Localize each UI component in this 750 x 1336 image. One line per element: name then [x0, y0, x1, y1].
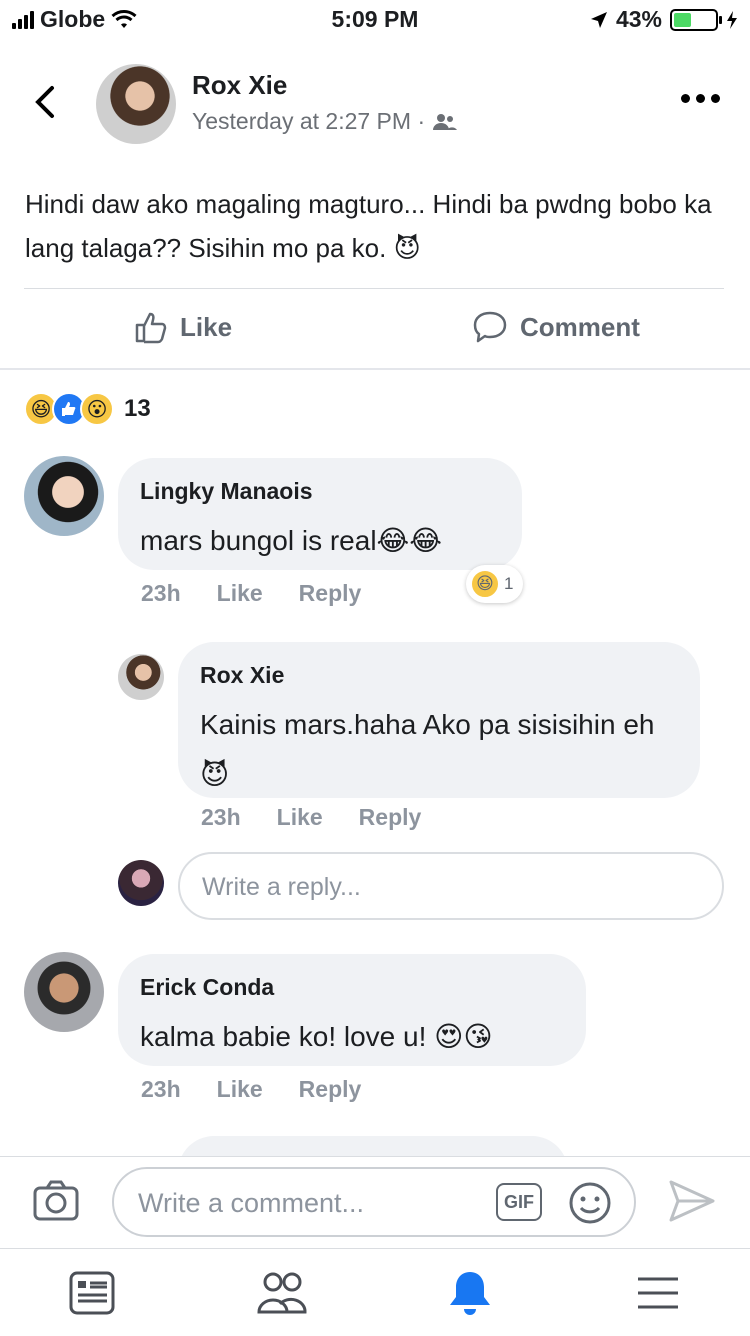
- commenter-name[interactable]: Lingky Manaois: [140, 478, 313, 505]
- friends-icon: [257, 1272, 307, 1314]
- comment-label: Comment: [520, 311, 640, 342]
- haha-reaction-icon: 😆: [470, 569, 500, 599]
- post-timestamp: Yesterday at 2:27 PM ·: [192, 108, 426, 134]
- like-button[interactable]: Like: [134, 310, 232, 344]
- tab-menu[interactable]: [628, 1265, 688, 1321]
- reaction-count: 13: [124, 395, 151, 422]
- comment-input[interactable]: [138, 1183, 498, 1223]
- comment-meta: 23h Like Reply: [141, 580, 361, 607]
- like-label: Like: [180, 311, 233, 342]
- comment-input-box[interactable]: GIF: [112, 1167, 636, 1237]
- comment-button[interactable]: Comment: [472, 310, 640, 344]
- reaction-summary[interactable]: 😆 😮 13: [24, 392, 151, 426]
- battery-percent: 43%: [615, 6, 662, 32]
- commenter-avatar[interactable]: [24, 456, 104, 536]
- battery-icon: [670, 8, 722, 31]
- comment-reply-link[interactable]: Reply: [299, 580, 362, 607]
- comment-text: kalma babie ko! love u! 😍😘: [140, 1021, 493, 1052]
- comment-text: mars bungol is real😂😂: [140, 525, 442, 556]
- comment-time: 23h: [141, 580, 181, 606]
- commenter-avatar[interactable]: [24, 952, 104, 1032]
- comment-meta: 23h Like Reply: [141, 1076, 361, 1103]
- reply-author-name[interactable]: Rox Xie: [200, 662, 284, 689]
- reply-avatar[interactable]: [118, 654, 164, 700]
- post-text: Hindi daw ako magaling magturo... Hindi …: [25, 189, 712, 263]
- reply-meta: 23h Like Reply: [201, 804, 421, 831]
- send-icon[interactable]: [668, 1179, 716, 1223]
- divider: [24, 288, 724, 289]
- reply-bubble[interactable]: Rox Xie Kainis mars.haha Ako pa sisisihi…: [178, 642, 700, 798]
- comment-time: 23h: [141, 1076, 181, 1102]
- reply-text: Kainis mars.haha Ako pa sisisihin eh 😈: [200, 709, 655, 790]
- battery-group: 43%: [590, 6, 738, 33]
- more-options-icon[interactable]: [681, 94, 720, 103]
- post-meta: Yesterday at 2:27 PM ·: [192, 108, 458, 135]
- status-bar: Globe 5:09 PM 43%: [0, 0, 750, 44]
- tab-notifications[interactable]: [440, 1265, 500, 1321]
- post-actions: Like Comment: [0, 300, 750, 360]
- comment-reply-link[interactable]: Reply: [299, 1076, 362, 1103]
- reply-input-box[interactable]: [178, 852, 724, 920]
- news-feed-icon: [69, 1271, 115, 1315]
- post-author[interactable]: Rox Xie: [192, 70, 287, 101]
- sticker-smile-icon[interactable]: [568, 1181, 612, 1225]
- bell-icon: [450, 1272, 490, 1315]
- comment-bubble[interactable]: Erick Conda kalma babie ko! love u! 😍😘: [118, 954, 586, 1066]
- friends-audience-icon: [433, 113, 458, 130]
- comment-bubble-icon: [473, 311, 507, 343]
- charging-icon: [727, 10, 737, 29]
- reply-input[interactable]: [202, 868, 702, 906]
- comment-composer: GIF: [0, 1156, 750, 1248]
- reply-reply-link[interactable]: Reply: [359, 804, 422, 831]
- author-avatar[interactable]: [96, 64, 176, 144]
- tab-friends[interactable]: [252, 1265, 312, 1321]
- comment-reaction-badge[interactable]: 😆 1: [466, 565, 524, 603]
- comment-bubble[interactable]: Lingky Manaois mars bungol is real😂😂: [118, 458, 522, 570]
- camera-icon[interactable]: [32, 1179, 80, 1223]
- comment-like-link[interactable]: Like: [217, 580, 263, 607]
- comment-reaction-count: 1: [504, 574, 514, 593]
- tab-news-feed[interactable]: [62, 1265, 122, 1321]
- reply-time: 23h: [201, 804, 241, 830]
- current-user-avatar: [118, 860, 164, 906]
- back-arrow-icon[interactable]: [32, 84, 58, 120]
- wow-reaction-icon: 😮: [80, 392, 114, 426]
- gif-button[interactable]: GIF: [496, 1183, 542, 1221]
- reply-like-link[interactable]: Like: [277, 804, 323, 831]
- bottom-navigation: [0, 1248, 750, 1336]
- comment-like-link[interactable]: Like: [217, 1076, 263, 1103]
- hamburger-menu-icon: [638, 1277, 678, 1309]
- thumbs-up-icon: [135, 312, 167, 344]
- commenter-name[interactable]: Erick Conda: [140, 974, 274, 1001]
- divider: [0, 368, 750, 370]
- location-arrow-icon: [590, 11, 607, 28]
